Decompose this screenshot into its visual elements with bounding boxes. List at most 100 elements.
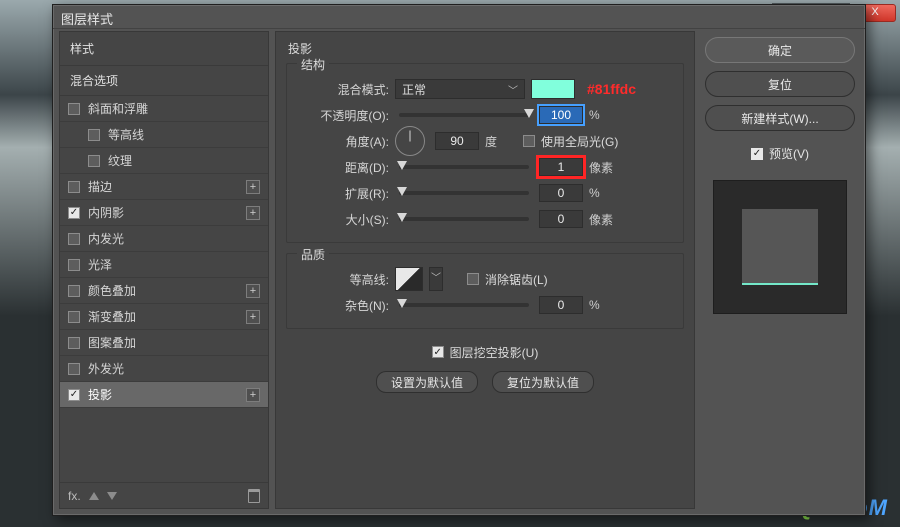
group-label: 结构 — [297, 56, 329, 73]
dialog-title: 图层样式 — [53, 5, 865, 29]
noise-slider[interactable] — [399, 303, 529, 307]
checkbox-icon[interactable] — [68, 181, 80, 193]
layer-style-dialog: 图层样式 样式 混合选项 斜面和浮雕 等高线 纹理 描边+ ✓ 内阴影 + 内发光 … — [52, 4, 866, 516]
trash-icon[interactable] — [248, 489, 260, 503]
sidebar-item-label: 等高线 — [108, 126, 144, 143]
add-instance-icon[interactable]: + — [246, 284, 260, 298]
checkbox-icon[interactable] — [68, 103, 80, 115]
checkbox-icon[interactable] — [68, 311, 80, 323]
sidebar-item-inner-glow[interactable]: 内发光 — [60, 226, 268, 252]
checkbox-icon[interactable] — [68, 363, 80, 375]
structure-group: 结构 混合模式: 正常 ﹀ #81ffdc 不透明度(O): — [286, 63, 684, 243]
noise-label: 杂色(N): — [297, 297, 389, 314]
percent-unit: % — [589, 108, 621, 122]
dialog-right-column: 确定 复位 新建样式(W)... ✓ 预览(V) — [701, 31, 859, 509]
contour-label: 等高线: — [297, 271, 389, 288]
select-value: 正常 — [402, 81, 426, 98]
sidebar-blend-options[interactable]: 混合选项 — [60, 66, 268, 96]
sidebar-item-outer-glow[interactable]: 外发光 — [60, 356, 268, 382]
move-up-icon[interactable] — [89, 492, 99, 500]
checkbox-icon[interactable] — [88, 129, 100, 141]
contour-picker[interactable] — [395, 267, 423, 291]
opacity-input[interactable] — [539, 106, 583, 124]
distance-slider[interactable] — [399, 165, 529, 169]
spread-slider[interactable] — [399, 191, 529, 195]
size-slider[interactable] — [399, 217, 529, 221]
sidebar-item-label: 光泽 — [88, 256, 112, 273]
spread-label: 扩展(R): — [297, 185, 389, 202]
sidebar-item-bevel[interactable]: 斜面和浮雕 — [60, 96, 268, 122]
reset-button[interactable]: 复位 — [705, 71, 855, 97]
checkbox-icon — [467, 273, 479, 285]
checkbox-label: 图层挖空投影(U) — [450, 344, 539, 361]
checkbox-icon: ✓ — [751, 148, 763, 160]
preview-canvas — [713, 180, 847, 314]
make-default-button[interactable]: 设置为默认值 — [376, 371, 478, 393]
sidebar-heading: 样式 — [60, 32, 268, 66]
noise-input[interactable] — [539, 296, 583, 314]
quality-group: 品质 等高线: ﹀ 消除锯齿(L) 杂色(N): % — [286, 253, 684, 329]
chevron-down-icon: ﹀ — [508, 82, 518, 97]
sidebar-item-texture[interactable]: 纹理 — [60, 148, 268, 174]
slider-thumb-icon[interactable] — [397, 187, 407, 196]
preview-checkbox[interactable]: ✓ 预览(V) — [705, 145, 855, 162]
pixel-unit: 像素 — [589, 159, 621, 176]
add-instance-icon[interactable]: + — [246, 310, 260, 324]
size-label: 大小(S): — [297, 211, 389, 228]
slider-thumb-icon[interactable] — [397, 299, 407, 308]
sidebar-item-label: 纹理 — [108, 152, 132, 169]
fx-menu-button[interactable]: fx. — [68, 489, 81, 503]
add-instance-icon[interactable]: + — [246, 180, 260, 194]
spread-input[interactable] — [539, 184, 583, 202]
sidebar-item-color-overlay[interactable]: 颜色叠加+ — [60, 278, 268, 304]
checkbox-icon[interactable]: ✓ — [68, 389, 80, 401]
add-instance-icon[interactable]: + — [246, 206, 260, 220]
size-input[interactable] — [539, 210, 583, 228]
checkbox-icon[interactable] — [68, 259, 80, 271]
percent-unit: % — [589, 186, 621, 200]
knockout-checkbox[interactable]: ✓图层挖空投影(U) — [432, 344, 539, 361]
styles-sidebar: 样式 混合选项 斜面和浮雕 等高线 纹理 描边+ ✓ 内阴影 + 内发光 光泽 颜色… — [59, 31, 269, 509]
contour-dropdown[interactable]: ﹀ — [429, 267, 443, 291]
checkbox-icon[interactable]: ✓ — [68, 207, 80, 219]
slider-thumb-icon[interactable] — [397, 213, 407, 222]
angle-label: 角度(A): — [297, 133, 389, 150]
sidebar-item-drop-shadow[interactable]: ✓ 投影 + — [60, 382, 268, 408]
sidebar-item-pattern-overlay[interactable]: 图案叠加 — [60, 330, 268, 356]
opacity-slider[interactable] — [399, 113, 529, 117]
checkbox-icon[interactable] — [68, 337, 80, 349]
slider-thumb-icon[interactable] — [397, 161, 407, 170]
preview-swatch — [742, 209, 818, 285]
slider-thumb-icon[interactable] — [524, 109, 534, 118]
global-light-checkbox[interactable]: 使用全局光(G) — [523, 133, 618, 150]
distance-label: 距离(D): — [297, 159, 389, 176]
sidebar-item-stroke[interactable]: 描边+ — [60, 174, 268, 200]
degree-unit: 度 — [485, 133, 517, 150]
ok-button[interactable]: 确定 — [705, 37, 855, 63]
reset-default-button[interactable]: 复位为默认值 — [492, 371, 594, 393]
sidebar-item-contour[interactable]: 等高线 — [60, 122, 268, 148]
distance-input[interactable] — [539, 158, 583, 176]
effect-settings-panel: 投影 结构 混合模式: 正常 ﹀ #81ffdc 不透明度(O): — [275, 31, 695, 509]
sidebar-item-inner-shadow[interactable]: ✓ 内阴影 + — [60, 200, 268, 226]
checkbox-label: 预览(V) — [769, 145, 809, 162]
new-style-button[interactable]: 新建样式(W)... — [705, 105, 855, 131]
percent-unit: % — [589, 298, 621, 312]
move-down-icon[interactable] — [107, 492, 117, 500]
sidebar-item-gradient-overlay[interactable]: 渐变叠加+ — [60, 304, 268, 330]
blend-mode-select[interactable]: 正常 ﹀ — [395, 79, 525, 99]
add-instance-icon[interactable]: + — [246, 388, 260, 402]
sidebar-item-label: 内阴影 — [88, 204, 124, 221]
checkbox-icon[interactable] — [68, 233, 80, 245]
sidebar-item-satin[interactable]: 光泽 — [60, 252, 268, 278]
antialias-checkbox[interactable]: 消除锯齿(L) — [467, 271, 548, 288]
pixel-unit: 像素 — [589, 211, 621, 228]
angle-dial[interactable] — [395, 126, 425, 156]
effects-list: 斜面和浮雕 等高线 纹理 描边+ ✓ 内阴影 + 内发光 光泽 颜色叠加+ 渐变叠加… — [60, 96, 268, 482]
shadow-color-swatch[interactable] — [531, 79, 575, 99]
checkbox-icon[interactable] — [68, 285, 80, 297]
sidebar-item-label: 投影 — [88, 386, 112, 403]
checkbox-icon[interactable] — [88, 155, 100, 167]
effect-title: 投影 — [288, 40, 684, 57]
angle-input[interactable] — [435, 132, 479, 150]
